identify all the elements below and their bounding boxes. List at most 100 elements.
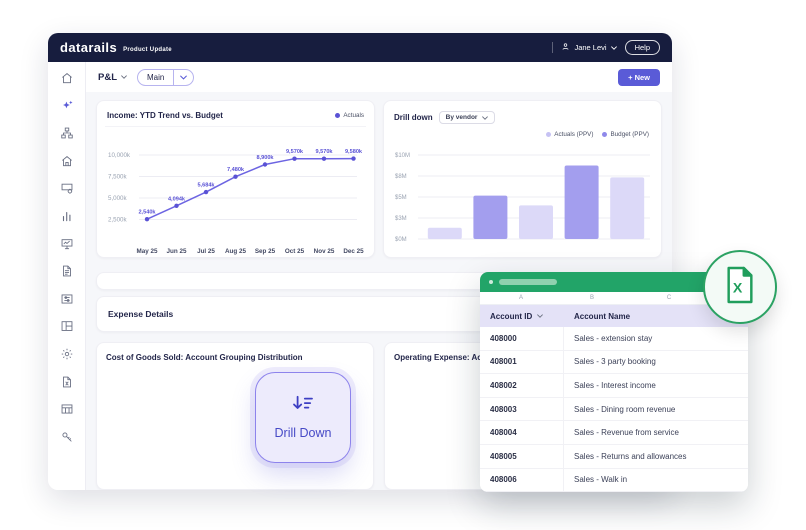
drilldown-chart-title: Drill down [394, 113, 433, 122]
svg-text:$3M: $3M [395, 216, 407, 222]
cell-account-name: Sales - Interest income [574, 380, 656, 390]
titlebar-dot-icon [489, 280, 493, 284]
file-x-icon[interactable] [60, 375, 74, 389]
svg-text:9,570k: 9,570k [286, 149, 304, 155]
filter-chevron-icon[interactable] [537, 314, 544, 318]
sheet-row[interactable]: 408005 Sales - Returns and allowances [480, 444, 748, 469]
new-button[interactable]: + New [618, 68, 660, 86]
cell-account-id: 408004 [480, 421, 564, 444]
monitor-chart-icon[interactable] [60, 237, 74, 251]
drill-down-icon [291, 395, 315, 418]
cogs-card-title: Cost of Goods Sold: Account Grouping Dis… [106, 353, 303, 362]
settings-gear-icon[interactable] [60, 347, 74, 361]
svg-text:$8M: $8M [395, 174, 407, 180]
drilldown-bar-chart: $10M $8M $5M $3M $0M [395, 153, 650, 243]
drill-down-button[interactable]: Drill Down [255, 372, 351, 463]
document-icon[interactable] [60, 264, 74, 278]
user-name: Jane Levi [574, 43, 607, 52]
drill-down-card: Drill down By vendor Actuals (PPV) Budge… [383, 100, 662, 258]
chevron-down-icon [121, 75, 127, 79]
svg-text:7,480k: 7,480k [227, 167, 245, 173]
topbar-divider [552, 42, 554, 53]
income-trend-card: Income: YTD Trend vs. Budget Actuals 10,… [96, 100, 375, 258]
page-title: P&L [98, 71, 117, 83]
chevron-down-icon [610, 45, 617, 50]
view-selector[interactable]: Main [137, 68, 195, 86]
svg-text:Dec 25: Dec 25 [343, 248, 364, 255]
svg-text:8,900k: 8,900k [256, 155, 274, 161]
drill-down-label: Drill Down [274, 426, 332, 440]
product-update-label: Product Update [123, 46, 172, 53]
sheet-row[interactable]: 408001 Sales - 3 party booking [480, 350, 748, 375]
chevron-down-icon[interactable] [173, 69, 193, 85]
sheet-rows: 408000 Sales - extension stay 408001 Sal… [480, 327, 748, 492]
card-settings-icon[interactable] [60, 292, 74, 306]
bar-chart-icon[interactable] [60, 209, 74, 223]
excel-file-badge: X [703, 250, 777, 324]
home-alt-icon[interactable] [60, 154, 74, 168]
svg-text:X: X [733, 280, 743, 296]
svg-text:Jul 25: Jul 25 [197, 248, 215, 255]
header-account-id: Account ID [490, 311, 533, 321]
vendor-filter-dropdown[interactable]: By vendor [438, 111, 496, 124]
svg-text:5,000k: 5,000k [108, 195, 127, 202]
sheet-row[interactable]: 408003 Sales - Dining room revenue [480, 397, 748, 422]
cell-account-name: Sales - Dining room revenue [574, 404, 676, 414]
svg-text:9,580k: 9,580k [345, 149, 363, 155]
column-letter-c[interactable]: C [667, 295, 671, 301]
view-selector-value: Main [147, 72, 165, 82]
svg-text:5,684k: 5,684k [197, 183, 215, 189]
cell-account-name: Sales - Returns and allowances [574, 451, 687, 461]
svg-text:May 25: May 25 [136, 248, 158, 255]
top-navigation-bar: datarails Product Update Jane Levi Help [48, 33, 672, 62]
cell-account-name: Sales - Revenue from service [574, 428, 679, 438]
vendor-filter-value: By vendor [445, 114, 478, 121]
sheet-row[interactable]: 408002 Sales - Interest income [480, 374, 748, 398]
svg-text:7,500k: 7,500k [108, 174, 127, 181]
card-gear-icon[interactable] [60, 181, 74, 195]
svg-text:$0M: $0M [395, 237, 407, 243]
hierarchy-icon[interactable] [60, 126, 74, 140]
expense-details-title: Expense Details [108, 309, 174, 319]
cell-account-id: 408000 [480, 327, 564, 350]
svg-text:$10M: $10M [395, 153, 410, 159]
datarails-logo: datarails [60, 40, 118, 55]
titlebar-handle [499, 279, 557, 285]
cell-account-id: 408003 [480, 397, 564, 421]
screenshot-stage: datarails Product Update Jane Levi Help [0, 0, 806, 530]
cell-account-name: Sales - extension stay [574, 333, 653, 343]
sheet-row[interactable]: 408000 Sales - extension stay [480, 327, 748, 351]
column-letter-b[interactable]: B [590, 295, 594, 301]
cell-account-id: 408006 [480, 468, 564, 492]
page-title-dropdown[interactable]: P&L [98, 72, 127, 83]
user-avatar-icon [561, 42, 570, 53]
svg-text:Oct 25: Oct 25 [285, 248, 305, 255]
svg-text:Aug 25: Aug 25 [225, 248, 246, 255]
help-button[interactable]: Help [624, 40, 660, 55]
user-menu[interactable]: Jane Levi [561, 42, 617, 53]
chevron-down-icon [482, 115, 489, 120]
sheet-row[interactable]: 408006 Sales - Walk in [480, 468, 748, 492]
home-icon[interactable] [60, 71, 74, 85]
svg-text:2,540k: 2,540k [138, 210, 156, 216]
key-icon[interactable] [60, 430, 74, 444]
layout-columns-icon[interactable] [60, 319, 74, 333]
ai-sparkles-icon[interactable] [60, 99, 74, 113]
header-account-name: Account Name [574, 311, 631, 321]
excel-file-icon: X [723, 265, 757, 310]
legend-dot-icon [546, 132, 552, 137]
sheet-row[interactable]: 408004 Sales - Revenue from service [480, 421, 748, 445]
column-letter-a[interactable]: A [519, 295, 523, 301]
svg-text:Jun 25: Jun 25 [167, 248, 187, 255]
cell-account-name: Sales - Walk in [574, 475, 628, 485]
cell-account-id: 408001 [480, 350, 564, 374]
legend-dot-icon [335, 113, 341, 118]
table-icon[interactable] [60, 402, 74, 416]
svg-text:Sep 25: Sep 25 [255, 248, 276, 255]
svg-text:2,500k: 2,500k [108, 217, 127, 224]
spreadsheet-header-row: Account ID Account Name [480, 305, 748, 327]
income-chart-title: Income: YTD Trend vs. Budget [107, 111, 223, 120]
cell-account-id: 408002 [480, 374, 564, 397]
page-toolbar: P&L Main + New [86, 62, 672, 92]
legend-budget-ppv: Budget (PPV) [602, 131, 649, 138]
